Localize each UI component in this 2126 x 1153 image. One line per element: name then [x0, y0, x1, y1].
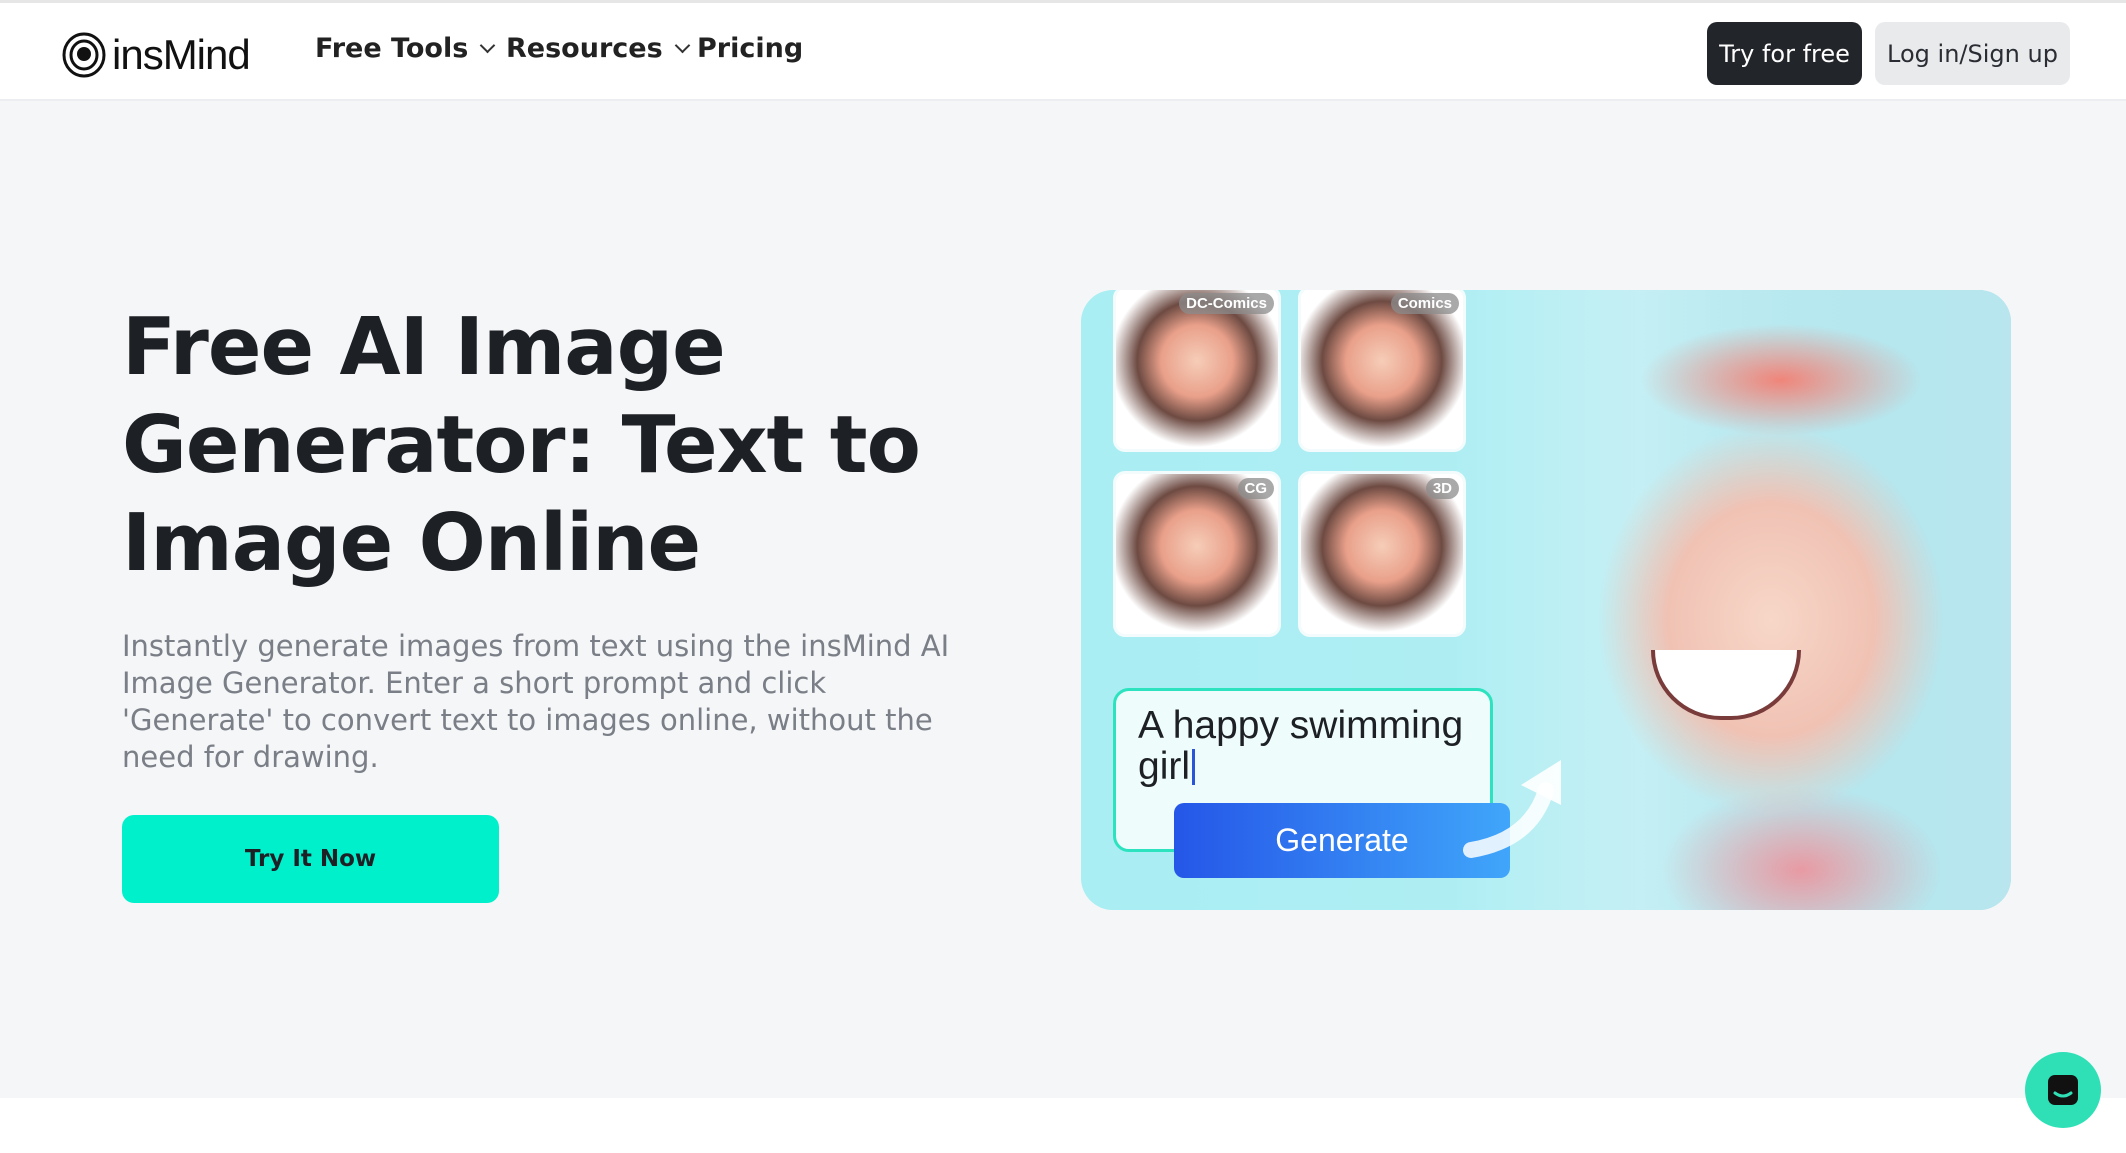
logo-icon: [62, 32, 106, 78]
style-tag: Comics: [1390, 293, 1459, 314]
generate-button: Generate: [1174, 803, 1510, 878]
style-thumbnail: Comics: [1298, 290, 1466, 452]
chevron-down-icon: [480, 37, 496, 54]
page-title: Free AI Image Generator: Text to Image O…: [122, 301, 921, 589]
chat-icon: [2048, 1075, 2078, 1105]
logo-text: insMind: [112, 31, 251, 78]
site-header: insMind Free Tools Resources Pricing Try…: [0, 0, 2126, 101]
logo[interactable]: insMind: [62, 31, 251, 79]
nav-pricing[interactable]: Pricing: [697, 33, 803, 64]
arrow-icon: [1463, 760, 1561, 858]
text-caret: [1192, 749, 1196, 785]
style-tag: CG: [1237, 478, 1274, 499]
try-for-free-button[interactable]: Try for free: [1707, 22, 1862, 85]
nav-label: Resources: [506, 33, 663, 64]
chevron-down-icon: [674, 37, 690, 54]
nav-label: Free Tools: [315, 33, 469, 64]
showcase-image: DC-Comics Comics CG 3D A happy swimming …: [1081, 290, 2011, 910]
prompt-text: A happy swimming girl: [1138, 704, 1464, 788]
style-tag: DC-Comics: [1179, 293, 1274, 314]
style-thumbnail: 3D: [1298, 471, 1466, 637]
try-it-now-button[interactable]: Try It Now: [122, 815, 499, 903]
next-section: [0, 1098, 2126, 1153]
nav-label: Pricing: [697, 33, 804, 64]
nav-resources[interactable]: Resources: [506, 33, 690, 64]
nav-free-tools[interactable]: Free Tools: [315, 33, 496, 64]
style-tag: 3D: [1425, 478, 1459, 499]
style-thumbnail: CG: [1113, 471, 1281, 637]
hero-description: Instantly generate images from text usin…: [122, 629, 950, 774]
login-signup-button[interactable]: Log in/Sign up: [1875, 22, 2070, 85]
style-thumbnail: DC-Comics: [1113, 290, 1281, 452]
chat-button[interactable]: [2025, 1052, 2101, 1128]
